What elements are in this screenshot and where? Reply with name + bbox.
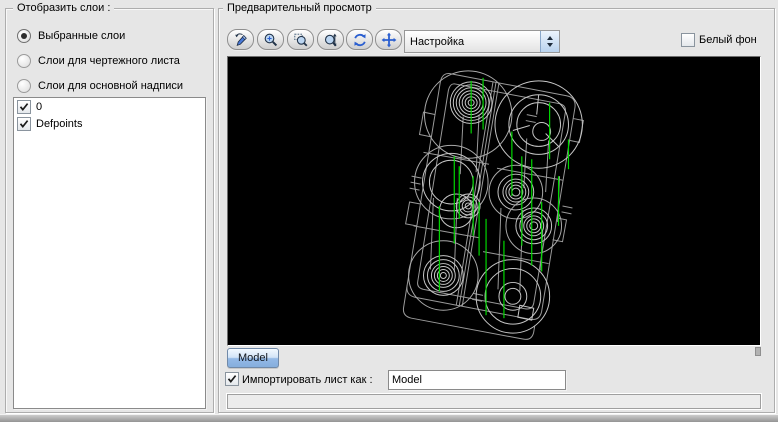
radio-selected-layers[interactable]: Выбранные слои	[17, 29, 125, 43]
mode-select[interactable]: Настройка	[404, 30, 560, 53]
check-icon	[226, 373, 238, 385]
import-dwg-dialog: Отобразить слои : Выбранные слои Слои дл…	[0, 0, 778, 422]
radio-icon[interactable]	[17, 54, 31, 68]
zoom-dynamic-button[interactable]	[317, 29, 344, 50]
mode-spinner[interactable]	[540, 31, 559, 52]
layer-label: 0	[36, 101, 42, 113]
mode-select-value: Настройка	[405, 36, 540, 48]
layer-list[interactable]: 0 Defpoints	[13, 97, 206, 409]
zoom-dynamic-icon	[323, 32, 339, 48]
layer-row-0[interactable]: 0	[14, 98, 205, 115]
tab-model-label: Model	[238, 352, 268, 364]
white-bg-label: Белый фон	[699, 34, 757, 46]
zoom-button[interactable]	[257, 29, 284, 50]
radio-label: Слои для основной надписи	[38, 80, 183, 92]
pointer-pen-icon	[233, 32, 249, 48]
layer-row-defpoints[interactable]: Defpoints	[14, 115, 205, 132]
layer-label: Defpoints	[36, 118, 82, 130]
import-sheet-checkbox[interactable]	[225, 372, 239, 386]
orbit-icon	[352, 32, 368, 48]
radio-label: Слои для чертежного листа	[38, 55, 180, 67]
zoom-icon	[263, 32, 279, 48]
progress-bar	[227, 394, 761, 409]
preview-viewport[interactable]	[227, 56, 761, 346]
radio-label: Выбранные слои	[38, 30, 125, 42]
window-bottom-edge	[0, 414, 778, 422]
check-icon	[18, 118, 30, 130]
preview-group: Предварительный просмотр	[218, 8, 775, 413]
spinner-down-icon[interactable]	[547, 43, 553, 47]
radio-icon[interactable]	[17, 29, 31, 43]
sheet-name-input[interactable]	[388, 370, 566, 390]
splitter-grip[interactable]	[755, 347, 761, 356]
tab-model[interactable]: Model	[227, 348, 279, 368]
preview-title: Предварительный просмотр	[223, 2, 376, 14]
white-bg-checkbox[interactable]	[681, 33, 695, 47]
import-sheet-label: Импортировать лист как :	[242, 374, 373, 386]
display-layers-group: Отобразить слои : Выбранные слои Слои дл…	[5, 8, 214, 413]
pointer-pen-button[interactable]	[227, 29, 254, 50]
zoom-window-button[interactable]	[287, 29, 314, 50]
layer-checkbox[interactable]	[17, 100, 31, 114]
check-icon	[18, 101, 30, 113]
radio-drawing-sheet-layers[interactable]: Слои для чертежного листа	[17, 54, 180, 68]
pan-icon	[381, 32, 397, 48]
radio-title-block-layers[interactable]: Слои для основной надписи	[17, 79, 183, 93]
layer-checkbox[interactable]	[17, 117, 31, 131]
wireframe-model	[228, 57, 760, 345]
radio-icon[interactable]	[17, 79, 31, 93]
spinner-up-icon[interactable]	[547, 36, 553, 40]
pan-button[interactable]	[375, 29, 402, 50]
zoom-window-icon	[293, 32, 309, 48]
display-layers-title: Отобразить слои :	[13, 2, 114, 14]
orbit-button[interactable]	[346, 29, 373, 50]
